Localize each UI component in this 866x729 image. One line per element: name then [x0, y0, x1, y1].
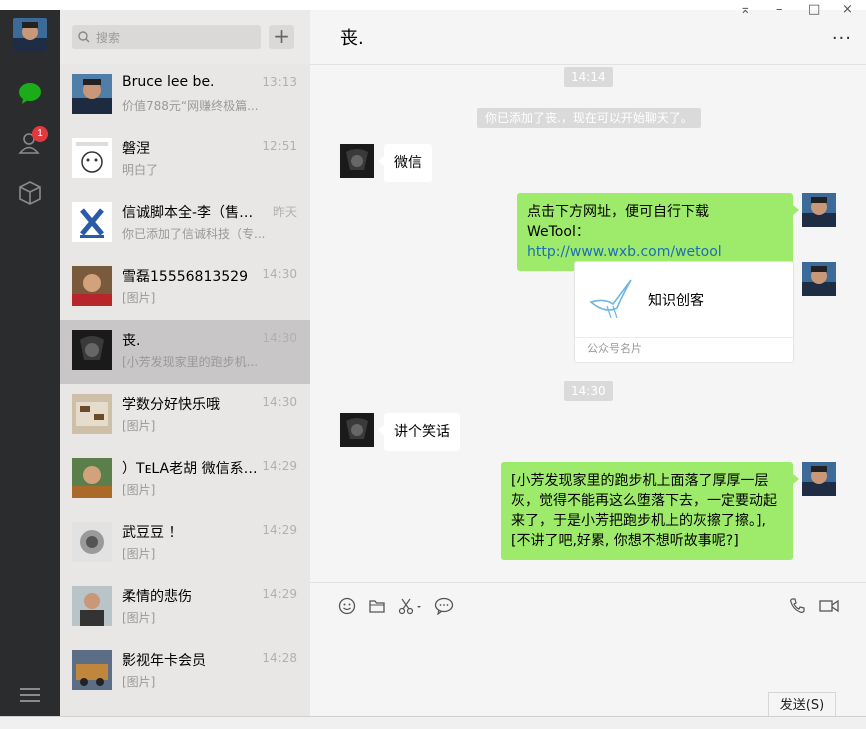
system-message: 你已添加了丧.，现在可以开始聊天了。 [477, 108, 701, 128]
chat-title: 丧. [340, 28, 364, 49]
conversation-time: 昨天 [272, 205, 297, 219]
incoming-message: 讲个笑话 [378, 413, 460, 451]
conversation-item[interactable]: 武豆豆 ！ [图片] 14:29 [60, 512, 310, 576]
timestamp: 14:14 [564, 67, 613, 87]
conversation-name: 影视年卡会员 [122, 653, 206, 669]
unread-badge: 1 [32, 126, 48, 142]
conversation-name: Bruce lee be. [122, 74, 215, 90]
my-avatar[interactable] [802, 262, 836, 296]
avatar [72, 458, 112, 498]
conversation-list: 搜索 + Bruce lee be. 价值788元“网赚终极篇... 13:13… [60, 10, 310, 716]
avatar [72, 266, 112, 306]
timestamp: 14:30 [564, 381, 613, 401]
avatar [72, 522, 112, 562]
conversation-item[interactable]: Bruce lee be. 价值788元“网赚终极篇... 13:13 [60, 64, 310, 128]
conversation-preview: [图片] [122, 675, 156, 689]
add-button[interactable]: + [269, 25, 294, 49]
conversation-name: 磐涅 [122, 141, 150, 157]
message-line: WeTool： http://www.wxb.com/wetool [527, 222, 783, 262]
my-avatar[interactable] [802, 193, 836, 227]
contact-avatar[interactable] [340, 413, 374, 447]
voice-call-icon[interactable] [788, 597, 806, 615]
wechat-window: 1 搜索 + Bruce lee be. 价值788元“网赚终极篇... 13:… [0, 2, 866, 720]
bird-logo-icon [589, 279, 632, 318]
conversation-item[interactable]: 柔情的悲伤 [图片] 14:29 [60, 576, 310, 640]
my-avatar[interactable] [13, 18, 47, 52]
conversation-time: 14:29 [262, 587, 297, 601]
conversation-time: 13:13 [262, 75, 297, 89]
conversation-time: 14:29 [262, 459, 297, 473]
message-area: 14:14 你已添加了丧.，现在可以开始聊天了。 微信 点击下方网址，便可自行下… [310, 65, 866, 581]
screenshot-scissors-icon[interactable] [398, 597, 424, 615]
chat-icon[interactable] [17, 80, 43, 106]
incoming-message: 微信 [378, 144, 432, 182]
search-placeholder: 搜索 [96, 31, 121, 45]
my-avatar[interactable] [802, 462, 836, 496]
conversation-item[interactable]: 影视年卡会员 [图片] 14:28 [60, 640, 310, 704]
contact-avatar[interactable] [340, 144, 374, 178]
avatar [72, 650, 112, 690]
card-footer: 公众号名片 [575, 337, 793, 362]
folder-icon[interactable] [368, 597, 386, 615]
avatar [72, 330, 112, 370]
conversation-item[interactable]: 雪磊15556813529 [图片] 14:30 [60, 256, 310, 320]
conversation-preview: [图片] [122, 419, 156, 433]
conversation-time: 14:28 [262, 651, 297, 665]
chat-header: 丧. ··· [310, 10, 866, 65]
outgoing-message: 点击下方网址，便可自行下载 WeTool： http://www.wxb.com/… [517, 193, 799, 271]
download-link[interactable]: http://www.wxb.com/wetool [527, 244, 722, 260]
emoji-icon[interactable] [338, 597, 356, 615]
conversation-preview: [图片] [122, 611, 156, 625]
card-name: 知识创客 [648, 293, 704, 309]
conversation-name: 学数分好快乐哦 [122, 397, 220, 413]
conversation-preview: 价值788元“网赚终极篇... [122, 99, 259, 113]
conversation-time: 14:30 [262, 395, 297, 409]
video-call-icon[interactable] [818, 597, 840, 615]
chat-panel: ⌅ – □ × 丧. ··· 14:14 你已添加了丧.，现在可以开始聊天了。 … [310, 2, 866, 720]
conversation-item[interactable]: ）TᴇLA老胡 微信系统... [图片] 14:29 [60, 448, 310, 512]
avatar [72, 202, 112, 242]
taskbar-strip [0, 716, 866, 729]
avatar [72, 394, 112, 434]
conversation-time: 14:30 [262, 267, 297, 281]
message-line: 点击下方网址，便可自行下载 [527, 204, 709, 220]
menu-icon[interactable] [20, 684, 40, 706]
conversation-preview: [图片] [122, 291, 156, 305]
chat-history-icon[interactable] [434, 597, 454, 615]
conversation-item[interactable]: 信诚脚本全-李（售后... 你已添加了信诚科技（专... 昨天 [60, 192, 310, 256]
avatar [72, 586, 112, 626]
avatar [72, 138, 112, 178]
conversation-name: 武豆豆 ！ [122, 525, 183, 541]
more-options-icon[interactable]: ··· [832, 28, 852, 49]
search-icon [78, 31, 90, 43]
input-toolbar [310, 582, 866, 619]
conversation-time: 12:51 [262, 139, 297, 153]
conversation-time: 14:29 [262, 523, 297, 537]
favorites-cube-icon[interactable] [17, 180, 43, 206]
conversation-name: 柔情的悲伤 [122, 589, 192, 605]
search-input[interactable]: 搜索 [72, 25, 261, 49]
conversation-preview: [图片] [122, 483, 156, 497]
business-card[interactable]: 知识创客 公众号名片 [574, 261, 794, 363]
conversation-time: 14:30 [262, 331, 297, 345]
nav-rail: 1 [0, 10, 60, 716]
search-row: 搜索 + [60, 10, 310, 64]
outgoing-message: [小芳发现家里的跑步机上面落了厚厚一层灰，觉得不能再这么堕落下去，一定要动起来了… [501, 462, 799, 560]
conversation-item[interactable]: 学数分好快乐哦 [图片] 14:30 [60, 384, 310, 448]
conversation-preview: 你已添加了信诚科技（专... [122, 227, 266, 241]
conversation-name: ）TᴇLA老胡 微信系统... [122, 461, 264, 477]
conversation-preview: [小芳发现家里的跑步机... [122, 355, 259, 369]
conversation-item-active[interactable]: 丧. [小芳发现家里的跑步机... 14:30 [60, 320, 310, 384]
conversation-name: 雪磊15556813529 [122, 269, 248, 285]
conversation-preview: 明白了 [122, 163, 159, 177]
avatar [72, 74, 112, 114]
conversation-item[interactable]: 磐涅 明白了 12:51 [60, 128, 310, 192]
conversation-name: 丧. [122, 333, 141, 349]
conversation-name: 信诚脚本全-李（售后... [122, 205, 264, 221]
conversation-preview: [图片] [122, 547, 156, 561]
message-prefix: WeTool： [527, 224, 590, 240]
